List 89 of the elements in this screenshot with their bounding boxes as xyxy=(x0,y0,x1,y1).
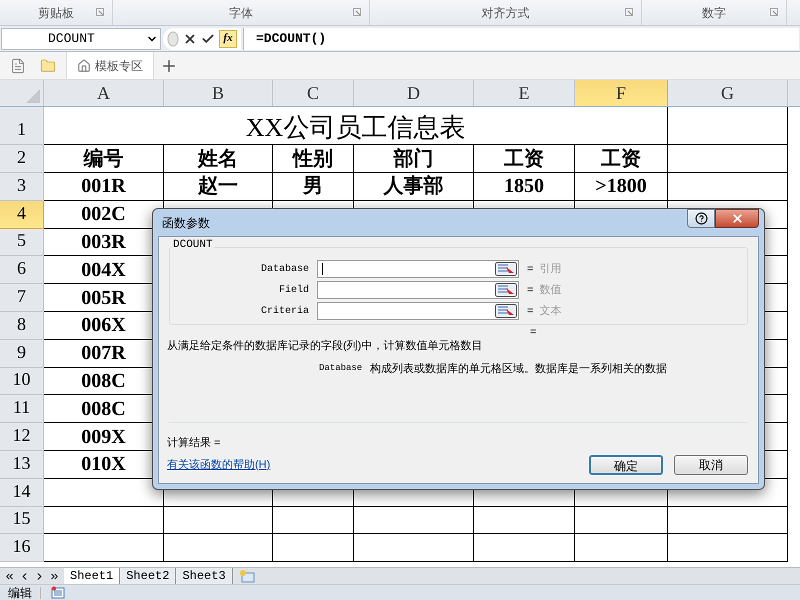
name-box[interactable]: DCOUNT xyxy=(1,28,161,50)
equals-sign: = xyxy=(527,262,534,277)
row-header[interactable]: 13 xyxy=(0,450,44,479)
table-cell: 赵一 xyxy=(164,173,273,201)
insert-function-button[interactable]: fx xyxy=(219,30,237,48)
row-header[interactable]: 15 xyxy=(0,506,44,534)
argument-field[interactable] xyxy=(317,281,519,299)
last-sheet-icon[interactable] xyxy=(49,570,60,582)
collapse-dialog-icon[interactable] xyxy=(495,262,517,276)
equals-sign: = xyxy=(527,282,534,298)
row-header[interactable]: 6 xyxy=(0,256,44,284)
dialog-launcher-icon[interactable] xyxy=(770,8,778,16)
new-file-icon[interactable] xyxy=(10,58,26,74)
row-header[interactable]: 5 xyxy=(0,228,44,256)
row-header[interactable]: 16 xyxy=(0,534,44,562)
sheet-tab[interactable]: Sheet2 xyxy=(120,568,176,584)
argument-value-hint: 引用 xyxy=(539,262,562,277)
argument-label: Criteria xyxy=(260,304,310,318)
table-cell: 编号 xyxy=(44,145,164,173)
collapse-dialog-icon[interactable] xyxy=(495,283,517,297)
table-cell: 男 xyxy=(273,173,354,201)
help-icon xyxy=(694,212,708,225)
argument-field[interactable] xyxy=(317,260,519,278)
table-cell: >1800 xyxy=(575,173,668,201)
formula-field[interactable]: =DCOUNT() xyxy=(243,28,799,50)
table-cell: 人事部 xyxy=(354,173,474,201)
table-cell: 部门 xyxy=(354,145,474,173)
row-header[interactable]: 14 xyxy=(0,478,44,507)
table-cell: 工资 xyxy=(575,145,668,173)
home-icon xyxy=(77,58,91,72)
dialog-launcher-icon[interactable] xyxy=(625,8,633,16)
result-equals-sign: = xyxy=(530,327,538,338)
help-button[interactable] xyxy=(687,209,715,228)
column-header[interactable]: G xyxy=(668,80,788,106)
table-cell: 性别 xyxy=(273,145,354,173)
row-header[interactable]: 4 xyxy=(0,200,44,229)
row-header[interactable]: 1 xyxy=(0,107,44,145)
column-header[interactable]: C xyxy=(273,80,354,106)
first-sheet-icon[interactable] xyxy=(4,570,15,582)
column-header[interactable]: B xyxy=(164,80,273,106)
row-header[interactable]: 12 xyxy=(0,423,44,451)
argument-field[interactable] xyxy=(317,302,519,320)
table-cell: 工资 xyxy=(474,145,575,173)
row-header[interactable]: 11 xyxy=(0,395,44,424)
dialog-launcher-icon[interactable] xyxy=(96,8,104,16)
result-label: 计算结果 = xyxy=(167,436,222,450)
dialog-title: 函数参数 xyxy=(161,214,210,232)
help-link[interactable]: 有关该函数的帮助(H) xyxy=(167,456,270,474)
argument-value-hint: 数值 xyxy=(539,282,562,298)
sheet-tab[interactable]: Sheet3 xyxy=(176,568,233,584)
argument-value-hint: 文本 xyxy=(539,304,562,319)
table-cell: 1850 xyxy=(474,173,575,201)
row-header[interactable]: 3 xyxy=(0,173,44,201)
ribbon-group-label: 剪贴板 xyxy=(38,4,74,22)
sheet-tab[interactable]: Sheet1 xyxy=(64,568,120,584)
title-cell: XX公司员工信息表 xyxy=(44,107,668,145)
ribbon-group-label: 对齐方式 xyxy=(482,4,530,22)
status-mode: 编辑 xyxy=(0,586,41,598)
close-icon xyxy=(730,212,744,225)
table-cell: 001R xyxy=(44,173,164,201)
argument-help-name: Database xyxy=(319,362,362,375)
dialog-button[interactable]: 确定 xyxy=(589,455,663,475)
argument-label: Database xyxy=(260,262,310,276)
row-header[interactable]: 8 xyxy=(0,312,44,340)
dialog-button[interactable]: 取消 xyxy=(674,455,748,475)
function-name: DCOUNT xyxy=(172,240,214,251)
equals-sign: = xyxy=(527,304,534,319)
function-description: 从满足给定条件的数据库记录的字段(列)中，计算数值单元格数目 xyxy=(167,338,484,354)
column-header[interactable]: A xyxy=(44,80,164,106)
insert-sheet-icon[interactable] xyxy=(238,569,255,583)
ribbon-group-label: 数字 xyxy=(702,4,726,22)
column-header[interactable]: D xyxy=(354,80,474,106)
collapse-dialog-icon[interactable] xyxy=(495,304,517,318)
handle-icon[interactable] xyxy=(167,30,179,46)
enter-icon[interactable] xyxy=(201,32,215,46)
close-button[interactable] xyxy=(715,209,759,228)
cancel-icon[interactable] xyxy=(183,32,197,46)
macro-record-icon[interactable] xyxy=(51,586,65,599)
argument-label: Field xyxy=(278,284,310,298)
row-header[interactable]: 9 xyxy=(0,340,44,368)
argument-help-text: 构成列表或数据库的单元格区域。数据库是一系列相关的数据 xyxy=(370,362,668,376)
row-header[interactable]: 2 xyxy=(0,145,44,173)
table-cell: 姓名 xyxy=(164,145,273,173)
row-header[interactable]: 7 xyxy=(0,284,44,312)
ribbon-group-label: 字体 xyxy=(229,4,253,22)
row-header[interactable]: 10 xyxy=(0,368,44,396)
dialog-launcher-icon[interactable] xyxy=(353,8,361,16)
template-tab[interactable]: 模板专区 xyxy=(66,52,154,79)
column-header[interactable]: F xyxy=(575,80,668,106)
